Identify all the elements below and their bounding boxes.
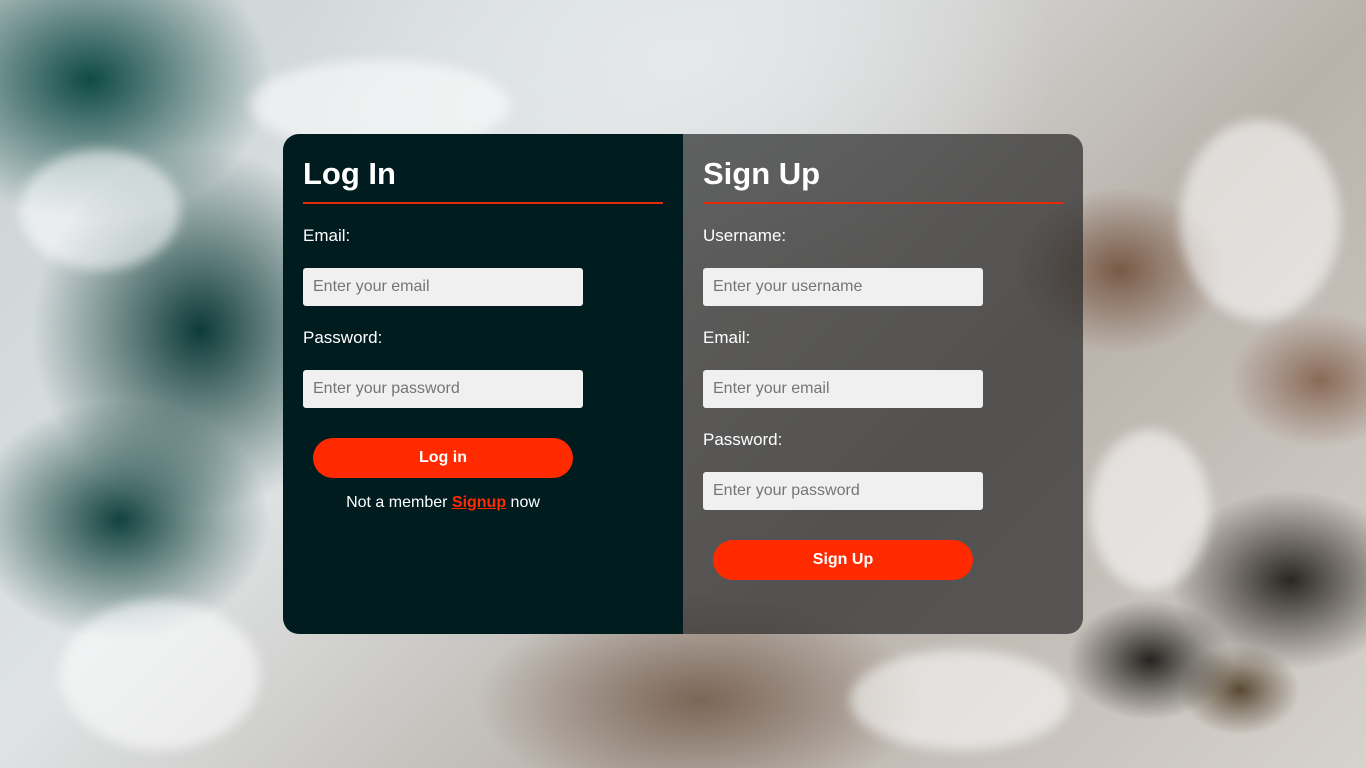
- signup-email-input[interactable]: [703, 370, 983, 408]
- signup-password-input[interactable]: [703, 472, 983, 510]
- login-email-label: Email:: [303, 226, 351, 245]
- foam-decoration: [1180, 120, 1340, 320]
- member-suffix: now: [506, 494, 540, 511]
- login-password-label: Password:: [303, 328, 383, 347]
- login-password-input[interactable]: [303, 370, 583, 408]
- signup-email-label: Email:: [703, 328, 751, 347]
- login-title: Log In: [303, 156, 663, 204]
- login-panel: Log In Email: Password: Log in Not a mem…: [283, 134, 683, 634]
- member-prompt: Not a member Signup now: [303, 494, 583, 512]
- foam-decoration: [850, 650, 1070, 750]
- signup-password-label: Password:: [703, 430, 783, 449]
- signup-username-label: Username:: [703, 226, 787, 245]
- signup-link[interactable]: Signup: [452, 494, 506, 511]
- member-prefix: Not a member: [346, 494, 452, 511]
- signup-button[interactable]: Sign Up: [713, 540, 973, 580]
- signup-panel: Sign Up Username: Email: Password: Sign …: [683, 134, 1083, 634]
- login-button[interactable]: Log in: [313, 438, 573, 478]
- auth-card: Log In Email: Password: Log in Not a mem…: [283, 134, 1083, 634]
- login-email-input[interactable]: [303, 268, 583, 306]
- foam-decoration: [1090, 430, 1210, 590]
- foam-decoration: [20, 150, 180, 270]
- foam-decoration: [60, 600, 260, 750]
- signup-title: Sign Up: [703, 156, 1063, 204]
- signup-username-input[interactable]: [703, 268, 983, 306]
